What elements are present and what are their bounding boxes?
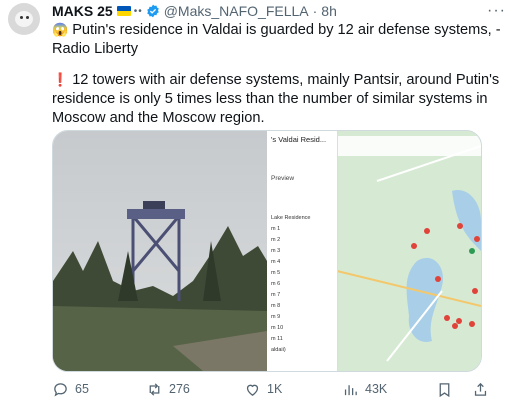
map-side-panel: 's Valdai Resid... Preview Lake Residenc… — [267, 131, 338, 371]
paragraph-1-text: Putin's residence in Valdai is guarded b… — [52, 22, 501, 57]
tweet-actions: 65 276 1K 43K — [52, 378, 502, 400]
tweet-header: MAKS 25 •• @Maks_NAFO_FELLA · 8h — [52, 2, 337, 20]
media-grid[interactable]: 's Valdai Resid... Preview Lake Residenc… — [52, 130, 482, 372]
map-list-item[interactable]: m 6 — [271, 281, 280, 287]
map-list-item[interactable]: Lake Residence — [271, 215, 310, 221]
map-list-item[interactable]: m 1 — [271, 226, 280, 232]
post-time[interactable]: 8h — [321, 3, 337, 19]
separator-dot: · — [312, 3, 318, 19]
author-handle[interactable]: @Maks_NAFO_FELLA — [164, 3, 309, 19]
tweet-text-paragraph-1: 😱 Putin's residence in Valdai is guarded … — [52, 20, 502, 59]
map-panel-title: 's Valdai Resid... — [271, 135, 327, 144]
map-list-item[interactable]: m 4 — [271, 259, 280, 265]
views-count: 43K — [365, 382, 388, 396]
like-button[interactable]: 1K — [244, 378, 282, 400]
repost-button[interactable]: 276 — [146, 378, 190, 400]
map-list-item[interactable]: m 7 — [271, 292, 280, 298]
reply-icon — [54, 382, 67, 397]
map-list-item[interactable]: aldaii) — [271, 347, 286, 353]
repost-icon — [149, 382, 160, 396]
map-list-item[interactable]: m 8 — [271, 303, 280, 309]
tower-photo[interactable] — [53, 131, 267, 371]
views-button[interactable]: 43K — [342, 378, 387, 400]
bookmark-button[interactable] — [436, 378, 459, 400]
bookmark-icon — [439, 382, 450, 397]
map-list-item[interactable]: m 2 — [271, 237, 280, 243]
avatar-eye — [20, 16, 23, 19]
map-list-item[interactable]: m 3 — [271, 248, 280, 254]
avatar-face — [15, 11, 33, 27]
author-name[interactable]: MAKS 25 — [52, 3, 113, 19]
scream-emoji: 😱 — [52, 22, 69, 37]
more-options-button[interactable]: ··· — [487, 2, 506, 20]
author-avatar[interactable] — [8, 3, 40, 35]
reply-count: 65 — [75, 382, 89, 396]
map-screenshot[interactable]: 's Valdai Resid... Preview Lake Residenc… — [267, 131, 481, 371]
paragraph-2-text: 12 towers with air defense systems, main… — [52, 72, 500, 126]
verified-badge-icon — [146, 4, 159, 18]
heart-icon — [246, 384, 259, 396]
avatar-eye — [26, 16, 29, 19]
map-list-item[interactable]: m 10 — [271, 325, 283, 331]
map-panel-preview[interactable]: Preview — [271, 175, 294, 182]
views-chart-icon — [344, 384, 357, 395]
reply-button[interactable]: 65 — [52, 378, 89, 400]
exclamation-emoji: ❗ — [52, 72, 69, 87]
like-count: 1K — [267, 382, 283, 396]
share-button[interactable] — [472, 378, 495, 400]
decorative-dots: •• — [133, 5, 143, 17]
repost-count: 276 — [169, 382, 190, 396]
map-list-item[interactable]: m 11 — [271, 336, 283, 342]
map-list-item[interactable]: m 9 — [271, 314, 280, 320]
tweet-text-paragraph-2: ❗ 12 towers with air defense systems, mai… — [52, 70, 502, 128]
ukraine-flag-icon — [116, 6, 131, 16]
map-list-item[interactable]: m 5 — [271, 270, 280, 276]
share-icon — [474, 382, 487, 396]
